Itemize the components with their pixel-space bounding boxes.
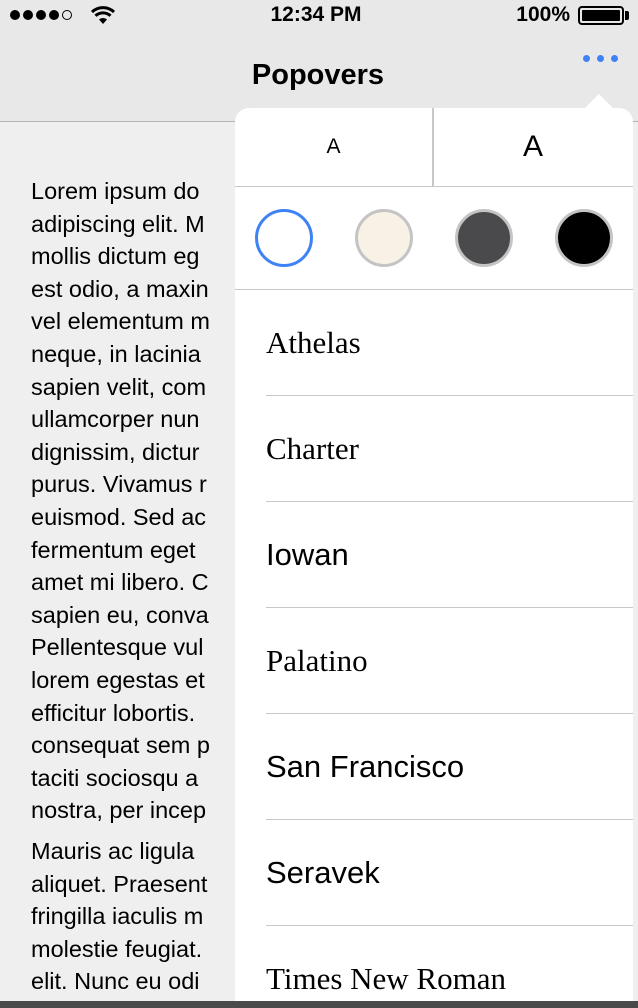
font-item-charter[interactable]: Charter: [266, 396, 633, 502]
font-item-athelas[interactable]: Athelas: [266, 290, 633, 396]
theme-row: [235, 187, 633, 290]
theme-sepia-button[interactable]: [355, 209, 413, 267]
decrease-font-size-button[interactable]: A: [235, 108, 432, 186]
battery-percent: 100%: [516, 3, 570, 26]
font-list: Athelas Charter Iowan Palatino San Franc…: [235, 290, 633, 1008]
increase-font-size-button[interactable]: A: [433, 108, 633, 186]
theme-gray-button[interactable]: [455, 209, 513, 267]
ellipsis-icon[interactable]: [574, 46, 626, 70]
theme-white-button[interactable]: [255, 209, 313, 267]
status-bar: 12:34 PM 100%: [0, 0, 638, 30]
font-settings-popover: A A Athelas Charter Iowan Palatino San F…: [235, 108, 633, 1008]
font-item-palatino[interactable]: Palatino: [266, 608, 633, 714]
theme-night-button[interactable]: [555, 209, 613, 267]
battery-tip: [625, 11, 629, 20]
font-item-iowan[interactable]: Iowan: [266, 502, 633, 608]
font-item-times-new-roman[interactable]: Times New Roman: [266, 926, 633, 1008]
font-item-seravek[interactable]: Seravek: [266, 820, 633, 926]
battery-icon: [578, 6, 624, 25]
font-item-san-francisco[interactable]: San Francisco: [266, 714, 633, 820]
text-size-row: A A: [235, 108, 633, 187]
page-title: Popovers: [251, 59, 385, 91]
screen-bottom-edge: [0, 1001, 638, 1008]
